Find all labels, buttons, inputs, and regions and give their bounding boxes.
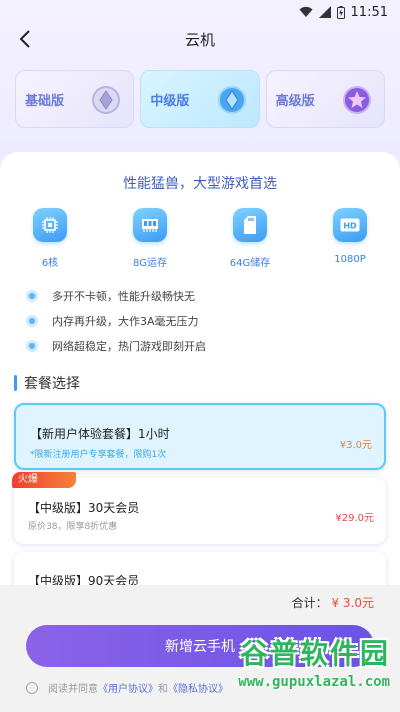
slogan: 性能猛兽，大型游戏首选	[123, 176, 277, 192]
package-name: 【新用户体验套餐】1小时	[30, 427, 170, 441]
package-name: 【中级版】30天会员	[28, 501, 140, 515]
wifi-icon	[299, 6, 313, 17]
feature-text: 网络超稳定，热门游戏即刻开启	[52, 339, 206, 353]
user-agreement-link[interactable]: 《用户协议》	[98, 680, 158, 695]
feature-text: 内存再升级，大作3A毫无压力	[52, 314, 199, 328]
agreement-and: 和	[158, 684, 168, 695]
storage-card-icon	[233, 208, 267, 242]
spec-resolution-label: 1080P	[334, 254, 366, 265]
battery-icon	[336, 5, 345, 19]
signal-icon	[318, 6, 331, 18]
diamond-badge-icon	[217, 86, 246, 114]
bullet-dot-icon	[26, 314, 38, 327]
package-subtitle: *限新注册用户专享套餐，限购1次	[30, 450, 167, 460]
agreement-checkbox[interactable]	[26, 681, 38, 694]
hd-icon: HD	[333, 208, 367, 242]
package-card-30d[interactable]: 【中级版】30天会员 原价38，限享8折优惠 ¥29.0元	[14, 478, 386, 544]
spec-storage: 64G储存	[210, 208, 290, 269]
bullet-dot-icon	[26, 339, 38, 352]
tab-basic-label: 基础版	[25, 93, 65, 109]
total-summary: 合计： ¥ 3.0元	[292, 594, 374, 611]
tab-intermediate[interactable]: 中级版	[140, 70, 260, 128]
agreement-prefix: 阅读并同意	[48, 684, 98, 695]
memory-icon	[133, 208, 167, 242]
total-label: 合计：	[291, 596, 328, 610]
package-price: ¥29.0元	[335, 513, 374, 524]
diamond-badge-icon	[92, 86, 121, 114]
tab-advanced-label: 高级版	[275, 93, 315, 109]
spec-cpu-label: 6核	[41, 258, 59, 269]
spec-storage-label: 64G储存	[229, 258, 271, 269]
svg-text:HD: HD	[343, 222, 357, 231]
agreement-row: 阅读并同意 《用户协议》 和 《隐私协议》	[26, 680, 228, 695]
page-title: 云机	[184, 30, 215, 49]
bullet-dot-icon	[26, 289, 38, 302]
tab-basic[interactable]: 基础版	[15, 70, 135, 128]
feature-item: 内存再升级，大作3A毫无压力	[26, 308, 366, 333]
feature-list: 多开不卡顿，性能升级畅快无 内存再升级，大作3A毫无压力 网络超稳定，热门游戏即…	[26, 283, 366, 358]
spec-list: 6核 8G运存 64G储存 HD 1080P	[0, 208, 400, 269]
tier-tabs: 基础版 中级版 高级版	[15, 70, 385, 128]
package-price: ¥3.0元	[339, 440, 372, 451]
star-badge-icon	[342, 86, 371, 114]
spec-cpu: 6核	[10, 208, 90, 269]
spec-memory-label: 8G运存	[132, 258, 168, 269]
chevron-left-icon	[19, 30, 30, 48]
back-button[interactable]	[12, 26, 38, 52]
feature-item: 网络超稳定，热门游戏即刻开启	[26, 333, 366, 358]
feature-item: 多开不卡顿，性能升级畅快无	[26, 283, 366, 308]
package-card-trial[interactable]: 【新用户体验套餐】1小时 *限新注册用户专享套餐，限购1次 ¥3.0元	[14, 403, 386, 470]
status-bar: 11:51	[0, 0, 400, 24]
cpu-chip-icon	[33, 208, 67, 242]
package-subtitle: 原价38，限享8折优惠	[28, 522, 118, 532]
status-time: 11:51	[350, 4, 388, 20]
spec-resolution: HD 1080P	[310, 208, 390, 265]
tab-advanced[interactable]: 高级版	[265, 70, 385, 128]
watermark-title: 谷普软件园	[239, 637, 390, 670]
hot-badge: 火爆	[12, 472, 76, 488]
privacy-agreement-link[interactable]: 《隐私协议》	[168, 680, 228, 695]
section-title-text: 套餐选择	[24, 376, 80, 392]
total-value: ¥ 3.0元	[331, 596, 374, 610]
spec-memory: 8G运存	[110, 208, 190, 269]
section-accent-bar	[14, 375, 17, 391]
tab-intermediate-label: 中级版	[150, 93, 190, 109]
feature-text: 多开不卡顿，性能升级畅快无	[52, 289, 195, 303]
watermark-url: www.gupuxlazal.com	[238, 674, 390, 690]
section-title: 套餐选择	[14, 373, 80, 393]
watermark-logo: 谷普软件园 www.gupuxlazal.com	[220, 630, 390, 712]
header: 云机	[0, 24, 400, 54]
